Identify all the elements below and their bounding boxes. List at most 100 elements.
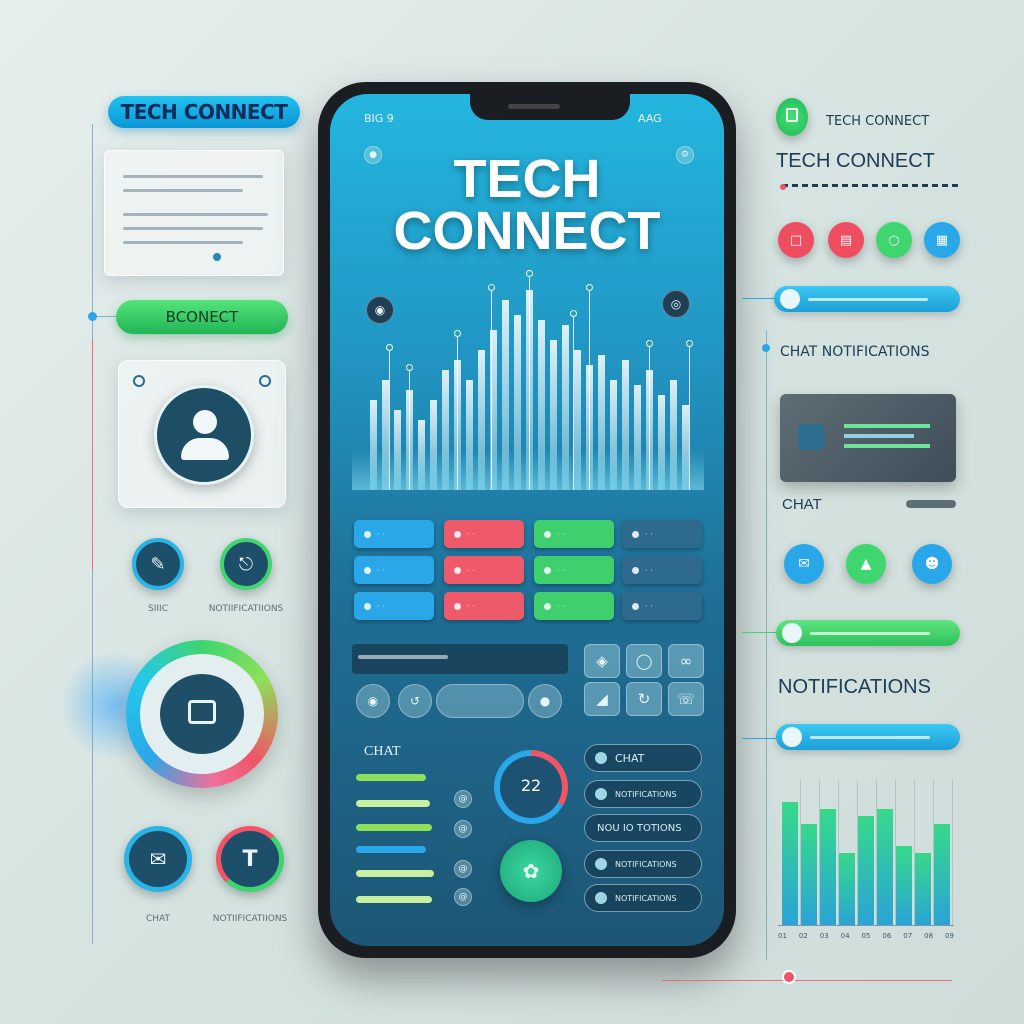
chat-text: CHAT [782,496,822,513]
gauge-value: 22 [520,776,542,795]
chat-bubble-icon [160,674,244,754]
photo-icon[interactable]: ▤ [828,222,864,258]
chat-line [356,896,432,903]
mini-chart-tick: 03 [819,932,829,940]
mini-chart-bar [801,824,817,926]
logo-icon [776,98,808,136]
document-card [104,150,284,276]
node-dot [88,312,97,321]
search-input[interactable] [352,644,568,674]
grid-button[interactable]: · · [444,556,524,584]
reply-icon[interactable]: @ [454,860,472,878]
sync-icon[interactable]: ↺ [398,684,432,718]
shield-icon[interactable]: ◯ [626,644,662,678]
grid-button[interactable]: · · [354,592,434,620]
mini-chart-tick: 07 [903,932,913,940]
bottom-label-notifications: NOTIIFICATIIONS [212,914,288,924]
grid-button[interactable]: · · [534,520,614,548]
node-dot [762,344,770,352]
notifications-heading: NOTIFICATIONS [778,676,931,698]
leaf-icon[interactable]: ✿ [500,840,562,902]
reply-icon[interactable]: @ [454,790,472,808]
grid-button[interactable]: · · [354,556,434,584]
mini-chart-bar [858,816,874,926]
title-pill[interactable]: TECH CONNECT [108,96,300,128]
pill-connector [742,738,776,739]
color-wheel[interactable] [126,640,278,788]
toggle-pill-blue[interactable] [774,286,960,312]
status-right: AAG [638,112,662,125]
status-left: BIG 9 [364,112,394,125]
pill-connector [742,632,776,633]
mini-chart-tick: 06 [882,932,892,940]
grid-button[interactable]: · · [354,520,434,548]
right-heading: TECH CONNECT [776,150,935,172]
mini-chart-tick: 09 [945,932,954,940]
bell-icon[interactable]: ▲ [846,544,886,584]
notch [470,94,630,120]
image-icon[interactable]: ▦ [924,222,960,258]
connect-button[interactable]: BCONECT [116,300,288,334]
list-item[interactable]: NOTIFICATIONS [584,780,702,808]
chat-icon[interactable]: ✎ [132,538,184,590]
toggle-pill-green[interactable] [776,620,960,646]
mail-icon[interactable]: □ [778,222,814,258]
icon-label-1: SIIIC [148,604,168,614]
mini-chart-bar [839,853,855,926]
radar-icon[interactable]: ◎ [662,290,690,318]
grid-button[interactable]: · · [534,592,614,620]
media-icon[interactable]: ◉ [356,684,390,718]
avatar[interactable] [154,385,254,485]
grid-button[interactable]: · · [622,520,702,548]
button-grid: · · · · · · · · · · · · · · · · · · · · … [354,520,702,620]
mini-chart-bar [877,809,893,926]
people-icon[interactable]: ☻ [912,544,952,584]
grid-button[interactable]: · · [444,592,524,620]
chat-round-icon[interactable]: ✉ [124,826,192,892]
grid-button[interactable]: · · [534,556,614,584]
mini-chart-tick: 04 [840,932,850,940]
chat-line [356,824,432,831]
list-item[interactable]: CHAT [584,744,702,772]
list-item[interactable]: NOTIFICATIONS [584,884,702,912]
reply-icon[interactable]: @ [454,820,472,838]
phone-icon[interactable]: ☏ [668,682,704,716]
phone-title-line2: CONNECT [393,201,661,261]
mini-chart-bar [820,809,836,926]
refresh-icon[interactable]: ↻ [626,682,662,716]
target-icon[interactable]: ◉ [366,296,394,324]
mini-chart-gridline [952,780,953,926]
record-icon[interactable]: ● [528,684,562,718]
list-item[interactable]: NOTIFICATIONS [584,850,702,878]
progress-gauge: 22 [494,750,568,824]
wifi-icon[interactable]: ⎋ [220,538,272,590]
link-icon[interactable]: ∞ [668,644,704,678]
user-icon [193,410,217,434]
map-icon[interactable]: ◢ [584,682,620,716]
chat-notifications-label: CHAT NOTIFICATIONS [780,344,930,360]
chat-bar [906,500,956,508]
list-item[interactable]: NOU IO TOTIONS [584,814,702,842]
mini-chart-xaxis: 01 02 03 04 05 06 07 08 09 [778,932,954,940]
toggle-pill-blue-2[interactable] [776,724,960,750]
chat-preview-card[interactable] [780,394,956,482]
message-icon[interactable]: ○ [876,222,912,258]
left-connector-red [92,340,93,570]
tag-icon[interactable]: ◈ [584,644,620,678]
right-connector-line [766,330,767,960]
mini-chart-tick: 02 [798,932,808,940]
t-icon[interactable]: T [216,826,284,892]
reply-icon[interactable]: @ [454,888,472,906]
heading-underline [782,184,958,187]
grid-button[interactable]: · · [622,556,702,584]
equalizer-chart [352,270,704,490]
toggle-group[interactable] [436,684,524,718]
megaphone-icon[interactable]: ✉ [784,544,824,584]
mini-bar-chart [778,780,954,926]
chat-line [356,870,434,877]
grid-button[interactable]: · · [444,520,524,548]
mini-chart-bar [782,802,798,926]
grid-button[interactable]: · · [622,592,702,620]
bottom-label-chat: CHAT [145,914,170,924]
chat-label: CHAT [364,744,401,759]
